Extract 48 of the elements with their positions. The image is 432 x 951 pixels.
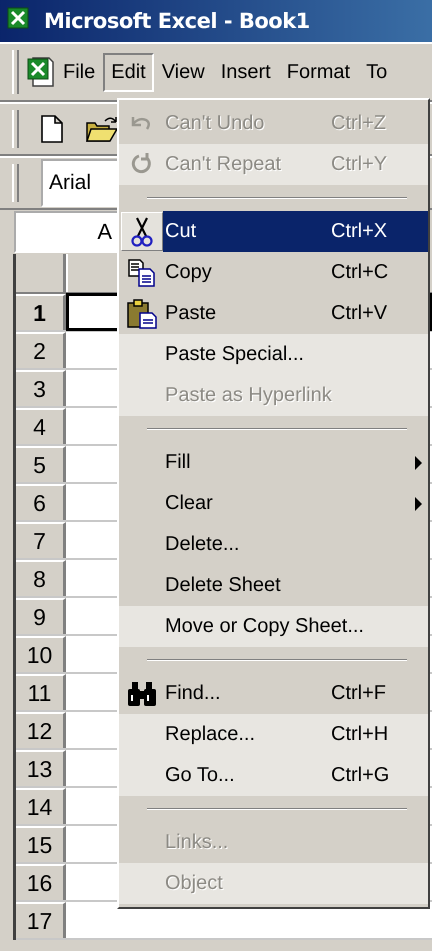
row-header[interactable]: 8 xyxy=(16,560,66,596)
menu-item[interactable]: Copy Ctrl+C xyxy=(119,252,428,293)
menu-item[interactable]: Paste Special... xyxy=(119,334,428,375)
row-header[interactable]: 9 xyxy=(16,598,66,634)
menu-item[interactable]: Clear xyxy=(119,483,428,524)
row-header[interactable]: 1 xyxy=(16,294,66,330)
menu-item[interactable]: Go To... Ctrl+G xyxy=(119,755,428,796)
toolbar-grip[interactable] xyxy=(12,164,19,202)
row-header[interactable]: 2 xyxy=(16,332,66,368)
menu-title[interactable]: Edit xyxy=(103,52,154,92)
row-header[interactable]: 17 xyxy=(16,902,66,938)
row-header[interactable]: 5 xyxy=(16,446,66,482)
spreadsheet-document-icon xyxy=(27,56,55,88)
menu-title[interactable]: Insert xyxy=(212,52,279,92)
menu-item[interactable]: Move or Copy Sheet... xyxy=(119,606,428,647)
menu-item[interactable]: Cut Ctrl+X xyxy=(119,211,428,252)
menu-title[interactable]: File xyxy=(55,52,104,92)
menu-item[interactable]: Find... Ctrl+F xyxy=(119,673,428,714)
menu-title[interactable]: Format xyxy=(278,52,358,92)
open-folder-icon[interactable] xyxy=(85,115,119,143)
window-title: Microsoft Excel - Book1 xyxy=(44,9,310,33)
menu-item[interactable]: Delete Sheet xyxy=(119,565,428,606)
toolbar-grip[interactable] xyxy=(12,50,19,94)
menu-item[interactable]: Replace... Ctrl+H xyxy=(119,714,428,755)
clipboard-icon xyxy=(126,298,158,330)
menu-item[interactable]: Fill xyxy=(119,442,428,483)
row-header[interactable]: 10 xyxy=(16,636,66,672)
row-header[interactable]: 14 xyxy=(16,788,66,824)
copy-icon xyxy=(127,258,157,288)
menu-item[interactable]: Paste Ctrl+V xyxy=(119,293,428,334)
row-header[interactable]: 15 xyxy=(16,826,66,862)
binoculars-icon xyxy=(127,680,157,706)
toolbar-grip[interactable] xyxy=(12,110,19,148)
row-header[interactable]: 7 xyxy=(16,522,66,558)
name-box[interactable]: A xyxy=(14,211,120,253)
menu-title[interactable]: To xyxy=(358,52,396,92)
scissors-icon xyxy=(131,216,153,248)
new-document-icon[interactable] xyxy=(41,115,63,143)
row-header[interactable]: 4 xyxy=(16,408,66,444)
row-header[interactable]: 13 xyxy=(16,750,66,786)
row-header[interactable]: 12 xyxy=(16,712,66,748)
row-header[interactable]: 16 xyxy=(16,864,66,900)
menu-title[interactable]: View xyxy=(154,52,213,92)
row-header[interactable]: 3 xyxy=(16,370,66,406)
menu-item[interactable]: Delete... xyxy=(119,524,428,565)
row-header[interactable]: 11 xyxy=(16,674,66,710)
select-all-corner[interactable] xyxy=(16,254,66,292)
row-header[interactable]: 6 xyxy=(16,484,66,520)
